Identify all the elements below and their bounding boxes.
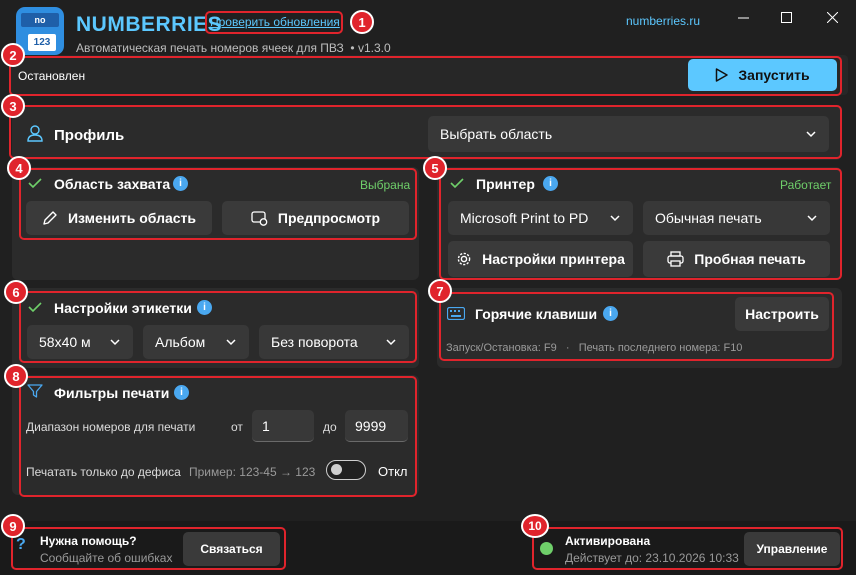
hyphen-toggle[interactable] xyxy=(326,460,366,480)
info-icon[interactable]: i xyxy=(174,385,189,400)
orientation-select[interactable]: Альбом xyxy=(143,325,249,359)
user-icon xyxy=(27,125,43,142)
maximize-button[interactable] xyxy=(768,4,804,30)
pencil-icon xyxy=(43,211,57,225)
keyboard-icon xyxy=(447,307,465,320)
minimize-icon xyxy=(737,17,749,18)
rotation-select[interactable]: Без поворота xyxy=(259,325,409,359)
play-icon xyxy=(716,68,729,82)
hotkeys-list: Запуск/Остановка: F9 · Печать последнего… xyxy=(446,342,743,354)
label-settings-title: Настройки этикетки xyxy=(54,300,192,316)
check-updates-link[interactable]: Проверить обновления xyxy=(210,15,340,29)
profile-select[interactable]: Выбрать область xyxy=(428,116,829,152)
range-from-input[interactable]: 1 xyxy=(252,410,314,442)
annotation-badge-5: 5 xyxy=(423,156,447,180)
hyphen-label: Печатать только до дефиса xyxy=(26,465,181,479)
chevron-down-icon xyxy=(386,339,396,346)
test-print-button[interactable]: Пробная печать xyxy=(643,241,830,277)
website-link[interactable]: numberries.ru xyxy=(626,14,700,28)
help-icon: ? xyxy=(16,536,26,553)
annotation-badge-7: 7 xyxy=(428,279,452,303)
range-to-label: до xyxy=(323,420,337,434)
close-icon xyxy=(826,11,838,23)
check-icon xyxy=(450,178,464,189)
contact-button[interactable]: Связаться xyxy=(183,532,280,566)
close-window-button[interactable] xyxy=(814,4,850,30)
preview-icon xyxy=(251,210,268,226)
start-button[interactable]: Запустить xyxy=(688,59,837,91)
printer-select[interactable]: Microsoft Print to PD xyxy=(448,201,633,235)
annotation-badge-1: 1 xyxy=(350,10,374,34)
info-icon[interactable]: i xyxy=(197,300,212,315)
toggle-state: Откл xyxy=(378,464,408,479)
edit-area-button[interactable]: Изменить область xyxy=(26,201,212,235)
annotation-badge-10: 10 xyxy=(521,514,549,538)
range-label: Диапазон номеров для печати xyxy=(26,420,196,434)
chevron-down-icon xyxy=(226,339,236,346)
printer-icon xyxy=(667,251,684,267)
license-status-dot xyxy=(540,542,553,555)
filters-title: Фильтры печати xyxy=(54,385,170,401)
chevron-down-icon xyxy=(806,131,816,138)
annotation-badge-8: 8 xyxy=(4,364,28,388)
hotkeys-title: Горячие клавиши xyxy=(475,306,598,322)
range-to-input[interactable]: 9999 xyxy=(345,410,408,442)
label-size-select[interactable]: 58x40 м xyxy=(27,325,133,359)
annotation-badge-4: 4 xyxy=(7,156,31,180)
license-status: Активирована xyxy=(565,534,651,548)
license-valid-until: Действует до: 23.10.2026 10:33 xyxy=(565,551,739,565)
app-title: NUMBERRIES xyxy=(76,13,223,36)
printer-title: Принтер xyxy=(476,176,535,192)
maximize-icon xyxy=(780,11,792,23)
filter-icon xyxy=(27,384,43,398)
help-subtitle: Сообщайте об ошибках xyxy=(40,551,173,565)
printer-settings-button[interactable]: Настройки принтера xyxy=(448,241,633,277)
annotation-badge-6: 6 xyxy=(4,280,28,304)
app-subtitle: Автоматическая печать номеров ячеек для … xyxy=(76,41,391,55)
chevron-down-icon xyxy=(110,339,120,346)
status-text: Остановлен xyxy=(18,69,86,83)
range-from-label: от xyxy=(231,420,243,434)
info-icon[interactable]: i xyxy=(543,176,558,191)
annotation-badge-2: 2 xyxy=(1,43,25,67)
toggle-knob xyxy=(331,464,342,475)
hyphen-example: Пример: 123-45 → 123 xyxy=(189,465,316,479)
help-title: Нужна помощь? xyxy=(40,534,137,548)
capture-title: Область захвата xyxy=(54,176,171,192)
minimize-button[interactable] xyxy=(725,4,761,30)
info-icon[interactable]: i xyxy=(173,176,188,191)
printer-status: Работает xyxy=(780,178,832,192)
print-mode-select[interactable]: Обычная печать xyxy=(643,201,830,235)
annotation-badge-9: 9 xyxy=(1,514,25,538)
check-icon xyxy=(28,302,42,313)
chevron-down-icon xyxy=(610,215,620,222)
configure-hotkeys-button[interactable]: Настроить xyxy=(735,297,829,331)
gear-icon xyxy=(457,252,471,266)
manage-license-button[interactable]: Управление xyxy=(744,532,840,566)
footer-bar xyxy=(0,521,856,575)
check-icon xyxy=(28,178,42,189)
profile-label: Профиль xyxy=(54,127,125,144)
chevron-down-icon xyxy=(807,215,817,222)
capture-status: Выбрана xyxy=(360,178,411,192)
annotation-badge-3: 3 xyxy=(1,94,25,118)
info-icon[interactable]: i xyxy=(603,306,618,321)
preview-button[interactable]: Предпросмотр xyxy=(222,201,409,235)
